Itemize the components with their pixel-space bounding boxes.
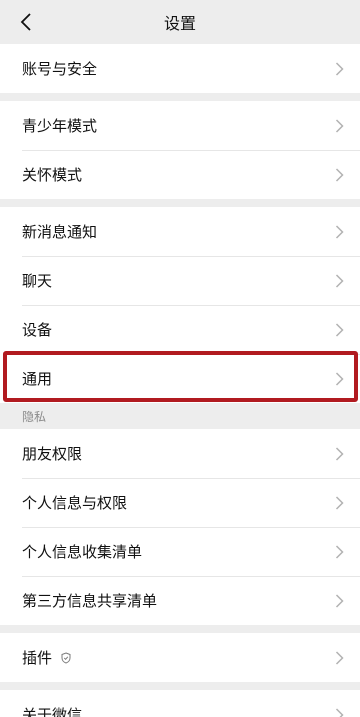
section-gap [0, 199, 360, 207]
settings-item-label: 通用 [22, 370, 53, 388]
settings-item-label: 插件 [22, 649, 53, 667]
settings-screen: 设置 账号与安全 青少年模式 关怀模式 新消息通知 聊天 设备 通用 隐私 朋友… [0, 0, 360, 717]
settings-item-label: 个人信息收集清单 [22, 543, 143, 561]
group-plugins: 插件 [0, 633, 360, 682]
settings-item-label: 设备 [22, 321, 53, 339]
settings-item-devices[interactable]: 设备 [0, 305, 360, 354]
settings-item-third-party-sharing-list[interactable]: 第三方信息共享清单 [0, 576, 360, 625]
settings-item-label: 新消息通知 [22, 223, 98, 241]
settings-item-notifications[interactable]: 新消息通知 [0, 207, 360, 256]
settings-item-teen-mode[interactable]: 青少年模式 [0, 101, 360, 150]
settings-item-label: 关于微信 [22, 706, 83, 717]
settings-item-account-security[interactable]: 账号与安全 [0, 44, 360, 93]
chevron-right-icon [335, 322, 344, 337]
chevron-right-icon [335, 167, 344, 182]
settings-item-label: 账号与安全 [22, 60, 98, 78]
section-gap [0, 93, 360, 101]
section-gap [0, 682, 360, 690]
settings-item-care-mode[interactable]: 关怀模式 [0, 150, 360, 199]
settings-item-general[interactable]: 通用 [0, 354, 360, 403]
settings-item-personal-info-permissions[interactable]: 个人信息与权限 [0, 478, 360, 527]
chevron-right-icon [335, 707, 344, 717]
settings-item-label: 第三方信息共享清单 [22, 592, 158, 610]
chevron-right-icon [335, 593, 344, 608]
section-gap [0, 625, 360, 633]
settings-item-about[interactable]: 关于微信 [0, 690, 360, 717]
settings-item-plugins[interactable]: 插件 [0, 633, 360, 682]
back-arrow-icon [20, 13, 31, 31]
settings-item-label: 朋友权限 [22, 445, 83, 463]
chevron-right-icon [335, 118, 344, 133]
chevron-right-icon [335, 495, 344, 510]
settings-item-label: 青少年模式 [22, 117, 98, 135]
page-title: 设置 [163, 14, 196, 33]
chevron-right-icon [335, 273, 344, 288]
chevron-right-icon [335, 446, 344, 461]
settings-item-friend-permissions[interactable]: 朋友权限 [0, 429, 360, 478]
chevron-right-icon [335, 544, 344, 559]
chevron-right-icon [335, 61, 344, 76]
settings-item-label: 个人信息与权限 [22, 494, 128, 512]
chevron-right-icon [335, 224, 344, 239]
shield-icon [61, 651, 71, 664]
settings-item-label: 聊天 [22, 272, 53, 290]
group-modes: 青少年模式 关怀模式 [0, 101, 360, 199]
back-button[interactable] [8, 0, 44, 44]
chevron-right-icon [335, 650, 344, 665]
settings-item-info-collection-list[interactable]: 个人信息收集清单 [0, 527, 360, 576]
settings-item-chat[interactable]: 聊天 [0, 256, 360, 305]
group-about: 关于微信 [0, 690, 360, 717]
group-account: 账号与安全 [0, 44, 360, 93]
chevron-right-icon [335, 371, 344, 386]
section-label-privacy: 隐私 [0, 403, 360, 429]
group-general: 新消息通知 聊天 设备 通用 [0, 207, 360, 403]
settings-item-label: 关怀模式 [22, 166, 83, 184]
header: 设置 [0, 0, 360, 44]
group-privacy: 朋友权限 个人信息与权限 个人信息收集清单 第三方信息共享清单 [0, 429, 360, 625]
